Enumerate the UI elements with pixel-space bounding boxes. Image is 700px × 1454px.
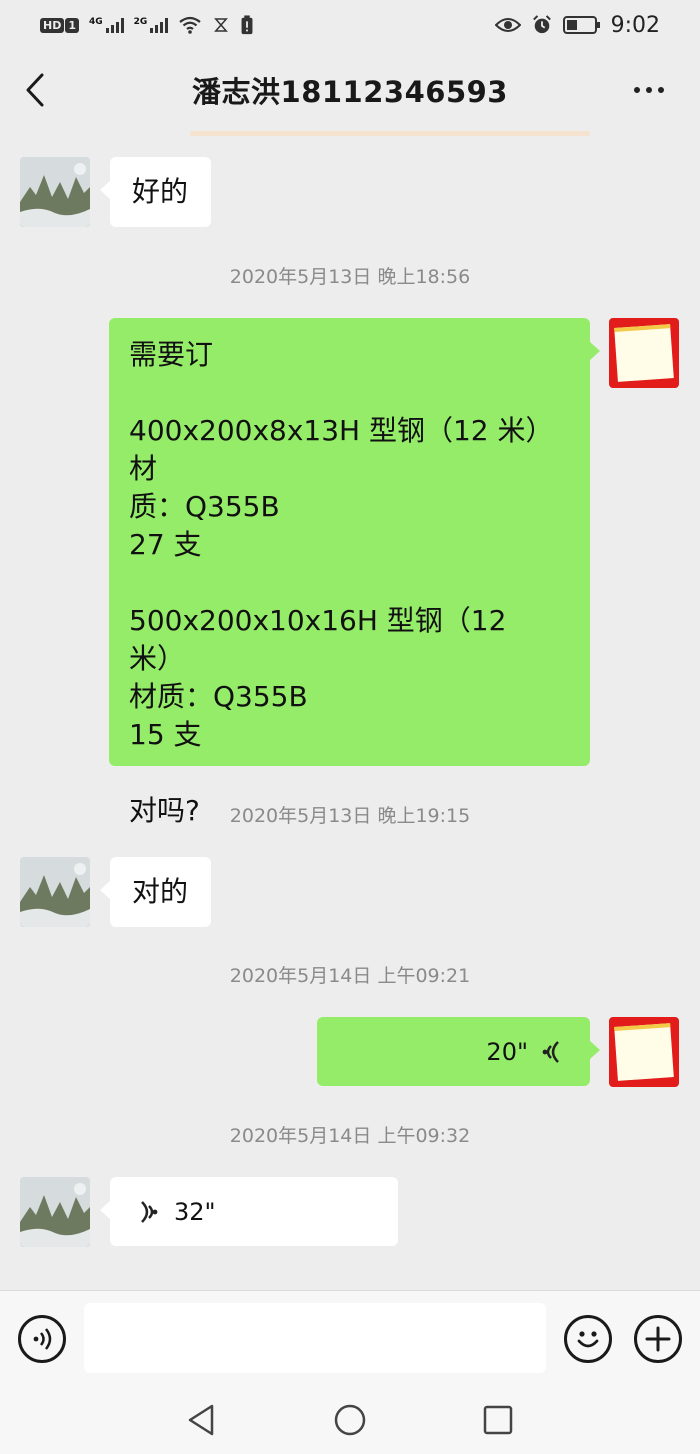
voice-duration: 32": [174, 1197, 216, 1226]
status-right: 9:02: [494, 12, 660, 38]
plus-icon[interactable]: [634, 1315, 682, 1363]
landscape-image: [20, 857, 90, 927]
voice-wave-icon: [141, 1200, 158, 1223]
message-text: 对的: [132, 875, 189, 908]
timestamp: 2020年5月14日 上午09:32: [229, 1125, 471, 1147]
input-bar: [0, 1290, 700, 1386]
clock: 9:02: [610, 12, 660, 38]
message-bubble-incoming[interactable]: 对的: [100, 857, 211, 927]
system-nav-bar: [0, 1386, 700, 1454]
voice-icon[interactable]: [18, 1315, 66, 1363]
sticky-note-image: [614, 1023, 674, 1081]
hourglass-icon: [214, 18, 229, 32]
signal-icon: 4G: [89, 17, 124, 33]
header-divider: [190, 131, 590, 136]
self-avatar[interactable]: [609, 318, 679, 388]
message-bubble-outgoing[interactable]: 需要订 400x200x8x13H 型钢（12 米）材 质：Q355B 27 支…: [109, 318, 600, 827]
message-text: 需要订 400x200x8x13H 型钢（12 米）材 质：Q355B 27 支…: [129, 338, 554, 827]
square-recent-icon[interactable]: [480, 1402, 516, 1438]
hd-badge: HD 1: [40, 17, 79, 33]
landscape-image: [20, 1177, 90, 1247]
sticky-note-image: [614, 324, 674, 382]
chevron-left-icon[interactable]: [22, 72, 52, 108]
triangle-back-icon[interactable]: [184, 1402, 220, 1438]
signal-2-icon: 2G: [134, 17, 169, 33]
alarm-icon: [532, 15, 551, 34]
voice-duration: 20": [486, 1037, 528, 1066]
landscape-image: [20, 157, 90, 227]
battery-icon: [562, 16, 600, 34]
contact-avatar[interactable]: [20, 857, 90, 927]
chat-title: 潘志洪18112346593: [192, 75, 508, 109]
timestamp: 2020年5月13日 晚上18:56: [229, 266, 471, 288]
more-dots-icon[interactable]: [634, 78, 670, 102]
smile-glyph: [577, 1331, 599, 1348]
status-bar: HD 1 4G 2G 9:02: [0, 0, 700, 50]
message-bubble-incoming[interactable]: 好的: [100, 157, 211, 227]
voice-message-incoming[interactable]: 32": [100, 1177, 398, 1246]
contact-avatar[interactable]: [20, 1177, 90, 1247]
timestamp: 2020年5月13日 晚上19:15: [229, 805, 471, 827]
voice-message-outgoing[interactable]: 20": [317, 1017, 600, 1086]
circle-home-icon[interactable]: [332, 1402, 368, 1438]
status-left: HD 1 4G 2G: [40, 15, 254, 35]
message-text: 好的: [132, 175, 189, 208]
eye-icon: [494, 18, 521, 32]
wifi-icon: [179, 16, 201, 34]
voice-toggle-glyph: [33, 1328, 52, 1350]
plus-glyph: [645, 1326, 671, 1352]
battery-alert-icon: [241, 15, 253, 35]
emoji-icon[interactable]: [564, 1315, 612, 1363]
message-input[interactable]: [84, 1303, 546, 1373]
voice-wave-icon: [542, 1040, 559, 1063]
chat-header: 潘志洪18112346593: [0, 50, 700, 130]
timestamp: 2020年5月14日 上午09:21: [229, 965, 471, 987]
contact-avatar[interactable]: [20, 157, 90, 227]
self-avatar[interactable]: [609, 1017, 679, 1087]
